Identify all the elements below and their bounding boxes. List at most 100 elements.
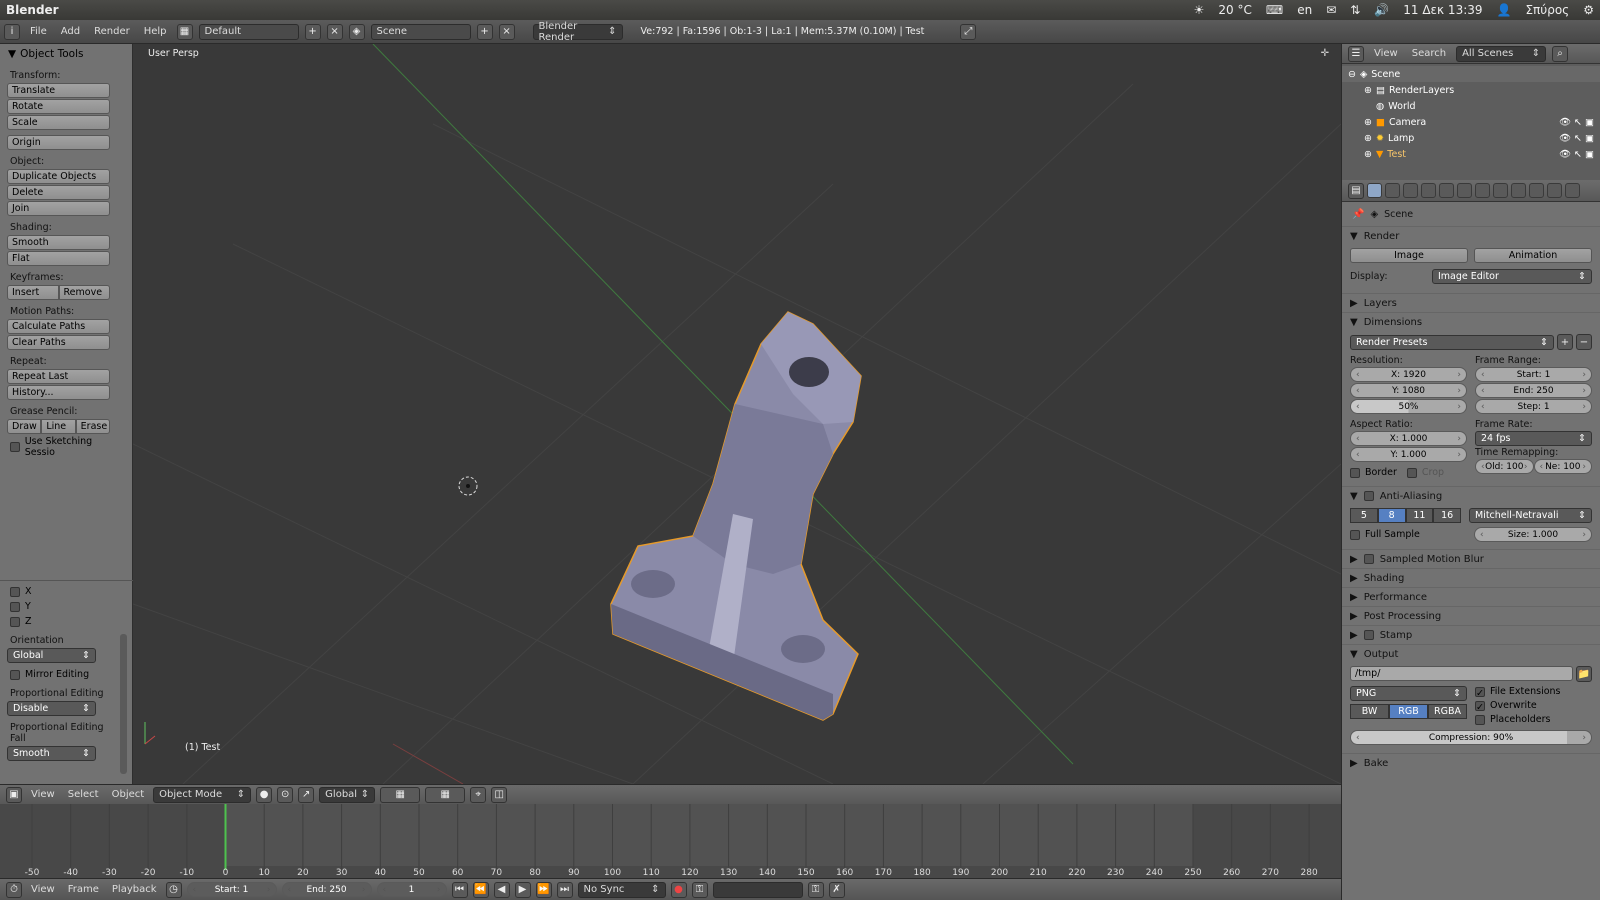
- aa-sample-11[interactable]: 11: [1405, 508, 1434, 523]
- color-rgb-button[interactable]: RGB: [1389, 704, 1428, 719]
- texture-tab-icon[interactable]: [1529, 183, 1544, 198]
- output-path-field[interactable]: /tmp/: [1350, 666, 1573, 681]
- datetime[interactable]: 11 Δεκ 13:39: [1403, 3, 1482, 17]
- particles-tab-icon[interactable]: [1547, 183, 1562, 198]
- menu-select[interactable]: Select: [64, 789, 103, 800]
- close-scene-icon[interactable]: ×: [498, 23, 515, 40]
- clock-icon[interactable]: ◷: [165, 881, 182, 898]
- viewport-canvas[interactable]: [133, 44, 1341, 784]
- color-rgba-button[interactable]: RGBA: [1428, 704, 1467, 719]
- remove-keyframe-button[interactable]: Remove: [58, 285, 110, 300]
- data-tab-icon[interactable]: [1493, 183, 1508, 198]
- snap-icon[interactable]: ⌖: [470, 786, 487, 803]
- mail-icon[interactable]: ✉: [1326, 3, 1336, 17]
- antialiasing-panel-header[interactable]: ▼ Anti-Aliasing: [1342, 486, 1600, 505]
- editor-type-icon[interactable]: ▣: [6, 786, 22, 803]
- antialiasing-checkbox[interactable]: [1363, 491, 1374, 501]
- history-button[interactable]: History...: [7, 385, 110, 400]
- sketching-session-checkbox[interactable]: Use Sketching Sessio: [0, 434, 132, 460]
- axis-z-checkbox[interactable]: Z: [0, 614, 120, 629]
- expand-icon[interactable]: ⊕: [1364, 149, 1372, 160]
- file-format-select[interactable]: PNG ⇕: [1350, 686, 1467, 701]
- smooth-button[interactable]: Smooth: [7, 235, 110, 250]
- performance-panel-header[interactable]: ▶ Performance: [1342, 587, 1600, 606]
- resolution-x-field[interactable]: X: 1920: [1350, 367, 1467, 382]
- layout-field[interactable]: Default: [198, 23, 299, 40]
- file-extensions-checkbox[interactable]: ✓ File Extensions: [1475, 686, 1592, 699]
- modifiers-tab-icon[interactable]: [1475, 183, 1490, 198]
- mode-select[interactable]: Object Mode ⇕: [153, 786, 252, 803]
- menu-add[interactable]: Add: [57, 26, 84, 37]
- play-icon[interactable]: ▶: [514, 881, 531, 898]
- user-name[interactable]: Σπύρος: [1525, 3, 1569, 17]
- render-preview-icon[interactable]: ◫: [491, 786, 508, 803]
- menu-tl-view[interactable]: View: [27, 884, 59, 895]
- shelf-scrollbar[interactable]: [120, 634, 127, 774]
- remap-old-field[interactable]: Old: 100: [1475, 459, 1534, 474]
- add-preset-icon[interactable]: +: [1557, 334, 1573, 350]
- material-tab-icon[interactable]: [1511, 183, 1526, 198]
- join-button[interactable]: Join: [7, 201, 110, 216]
- crop-checkbox[interactable]: Crop: [1406, 467, 1444, 478]
- aa-sample-5[interactable]: 5: [1350, 508, 1378, 523]
- post-processing-panel-header[interactable]: ▶ Post Processing: [1342, 606, 1600, 625]
- falloff-select[interactable]: Smooth ⇕: [7, 746, 96, 761]
- menu-ol-view[interactable]: View: [1370, 48, 1402, 59]
- sync-select[interactable]: No Sync ⇕: [577, 881, 666, 898]
- border-checkbox[interactable]: Border: [1350, 467, 1397, 478]
- start-frame-field[interactable]: Start: 1: [186, 882, 277, 897]
- layers-grid-2-icon[interactable]: ▦: [425, 786, 466, 803]
- axis-y-checkbox[interactable]: Y: [0, 599, 120, 614]
- menu-tl-playback[interactable]: Playback: [108, 884, 161, 895]
- physics-tab-icon[interactable]: [1565, 183, 1580, 198]
- outliner-item-lamp[interactable]: ⊕ ✹ Lamp 👁 ↖ ▣: [1342, 130, 1600, 146]
- full-sample-checkbox[interactable]: Full Sample: [1350, 527, 1466, 542]
- calculate-paths-button[interactable]: Calculate Paths: [7, 319, 110, 334]
- motion-blur-checkbox[interactable]: [1363, 554, 1374, 564]
- aa-sample-8[interactable]: 8: [1377, 508, 1406, 523]
- manipulator-icon[interactable]: ↗: [298, 786, 315, 803]
- line-button[interactable]: Line: [41, 419, 76, 434]
- visibility-eye-icon[interactable]: 👁 ↖ ▣: [1559, 117, 1600, 128]
- keying-icon[interactable]: ⚿: [691, 881, 708, 898]
- duplicate-button[interactable]: Duplicate Objects: [7, 169, 110, 184]
- scene-filter-select[interactable]: All Scenes ⇕: [1456, 45, 1547, 62]
- menu-file[interactable]: File: [26, 26, 51, 37]
- translate-button[interactable]: Translate: [7, 83, 110, 98]
- world-tab-icon[interactable]: [1421, 183, 1436, 198]
- insert-key-icon[interactable]: ⚿: [807, 881, 824, 898]
- weather-icon[interactable]: ☀: [1194, 3, 1205, 17]
- mirror-editing-checkbox[interactable]: Mirror Editing: [0, 667, 120, 682]
- clear-paths-button[interactable]: Clear Paths: [7, 335, 110, 350]
- bake-panel-header[interactable]: ▶ Bake: [1342, 753, 1600, 772]
- user-icon[interactable]: 👤: [1497, 3, 1512, 17]
- menu-render[interactable]: Render: [90, 26, 134, 37]
- object-tools-header[interactable]: ▼ Object Tools: [0, 44, 132, 64]
- erase-button[interactable]: Erase: [75, 419, 110, 434]
- stamp-checkbox[interactable]: [1363, 630, 1374, 640]
- transform-orientation-select[interactable]: Global ⇕: [319, 786, 376, 803]
- menu-object[interactable]: Object: [108, 789, 149, 800]
- aa-filter-select[interactable]: Mitchell-Netravali ⇕: [1469, 508, 1592, 523]
- folder-icon[interactable]: 📁: [1576, 666, 1592, 682]
- info-editor-icon[interactable]: i: [4, 23, 20, 40]
- test-mesh-object[interactable]: [610, 311, 862, 721]
- delete-button[interactable]: Delete: [7, 185, 110, 200]
- outliner-editor-icon[interactable]: ☰: [1348, 45, 1364, 62]
- proportional-editing-select[interactable]: Disable ⇕: [7, 701, 96, 716]
- temperature[interactable]: 20 °C: [1218, 3, 1251, 17]
- output-panel-header[interactable]: ▼ Output: [1342, 644, 1600, 663]
- close-layout-icon[interactable]: ×: [326, 23, 343, 40]
- fullscreen-icon[interactable]: ⤢: [960, 23, 977, 40]
- outliner-item-camera[interactable]: ⊕ ■ Camera 👁 ↖ ▣: [1342, 114, 1600, 130]
- render-engine-select[interactable]: Blender Render ⇕: [532, 21, 623, 43]
- render-presets-select[interactable]: Render Presets ⇕: [1350, 334, 1554, 350]
- delete-key-icon[interactable]: ✗: [828, 881, 845, 898]
- flat-button[interactable]: Flat: [7, 251, 110, 266]
- compression-slider[interactable]: Compression: 90%: [1350, 730, 1592, 745]
- visibility-eye-icon[interactable]: 👁 ↖ ▣: [1559, 149, 1600, 160]
- render-tab-icon[interactable]: [1367, 183, 1382, 198]
- next-key-icon[interactable]: ⏩: [535, 881, 552, 898]
- add-scene-icon[interactable]: +: [476, 23, 493, 40]
- search-icon[interactable]: ⌕: [1552, 45, 1569, 62]
